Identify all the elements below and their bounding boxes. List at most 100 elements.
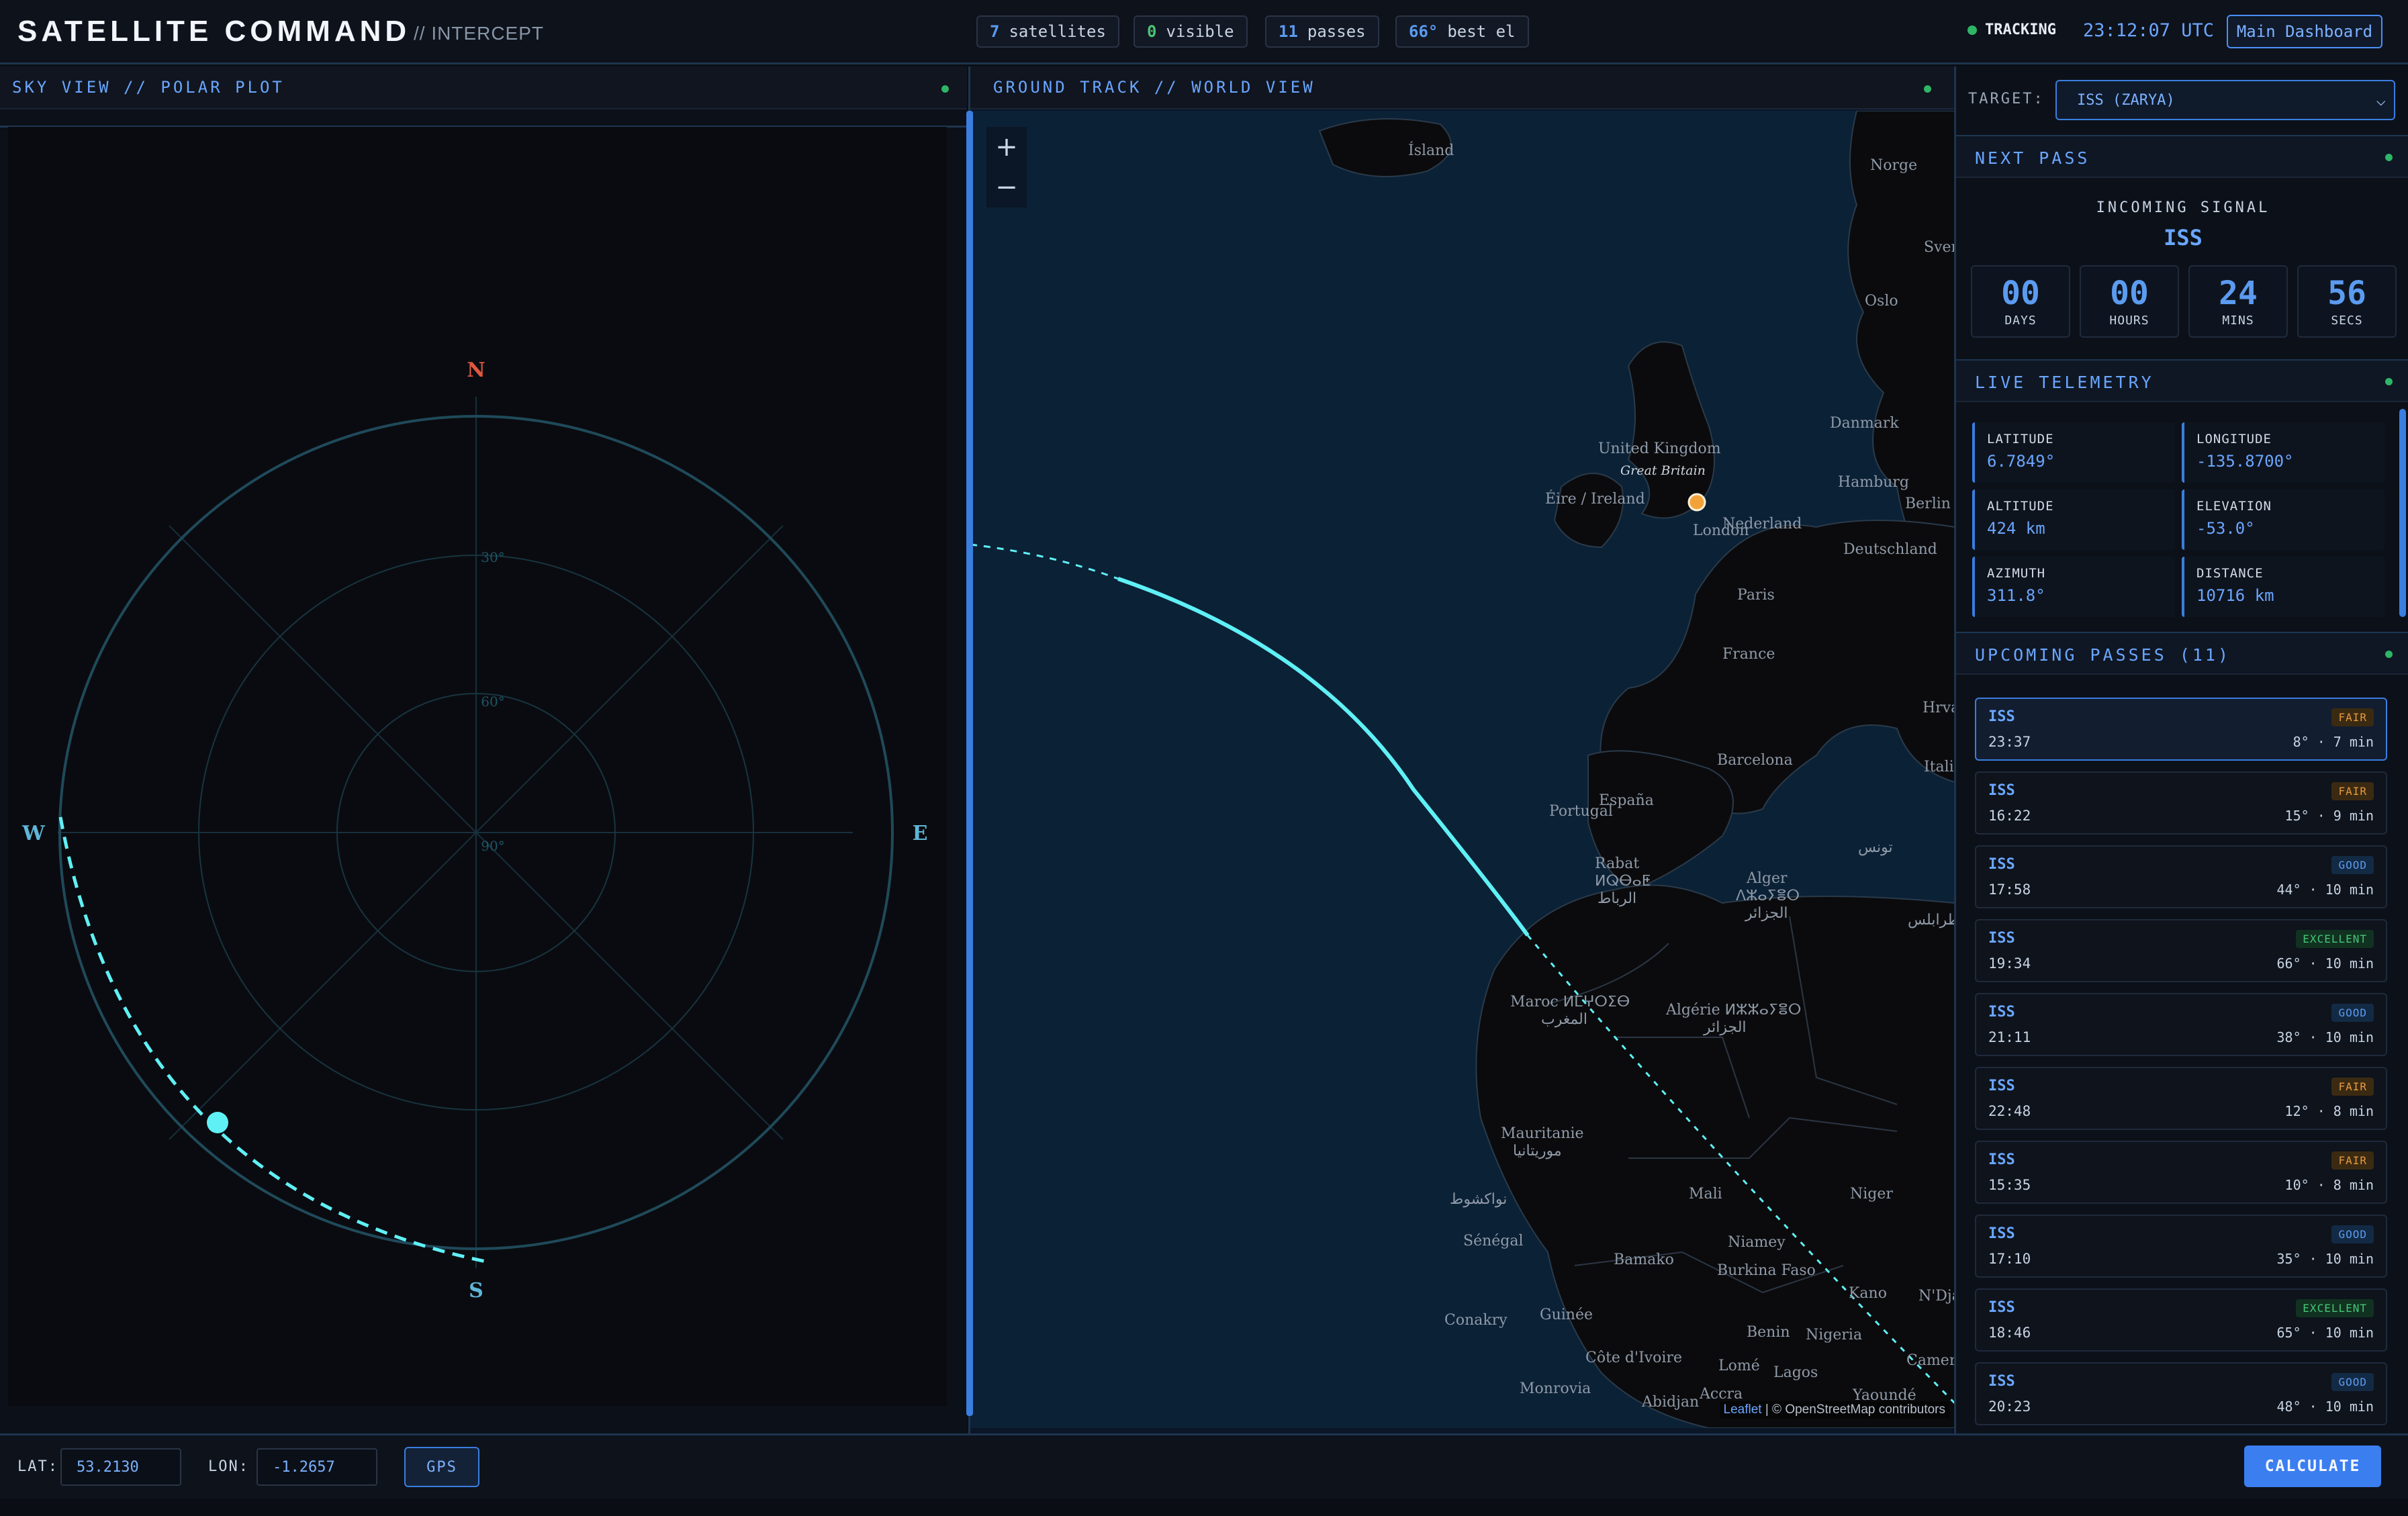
passes-dot-icon xyxy=(2385,651,2393,658)
ring-label-90: 90° xyxy=(481,838,504,854)
telemetry-azimuth: AZIMUTH 311.8° xyxy=(1972,557,2175,617)
label-kano: Kano xyxy=(1849,1285,1887,1302)
label-nouakchott: نواكشوط xyxy=(1450,1191,1507,1208)
telemetry-key: LONGITUDE xyxy=(2196,432,2272,446)
label-alger: Alger xyxy=(1746,870,1788,887)
target-select[interactable]: ISS (ZARYA) ⌵ xyxy=(2055,80,2395,120)
countdown-hours-value: 00 xyxy=(2110,275,2149,312)
pass-time: 16:22 xyxy=(1988,808,2031,824)
incoming-satellite-name: ISS xyxy=(2164,225,2203,250)
pass-name: ISS xyxy=(1988,930,2015,947)
zoom-out-button[interactable]: − xyxy=(986,167,1027,207)
label-portugal: Portugal xyxy=(1549,803,1613,820)
countdown-hours-label: HOURS xyxy=(2109,314,2149,328)
lon-label: LON: xyxy=(208,1458,249,1475)
pass-name: ISS xyxy=(1988,708,2015,725)
zoom-in-button[interactable]: + xyxy=(986,127,1027,167)
label-nigeria: Nigeria xyxy=(1806,1327,1862,1343)
pass-meta: 12° · 8 min xyxy=(2284,1103,2374,1119)
stat-best-elevation: 66° best el xyxy=(1395,15,1529,48)
pass-meta: 44° · 10 min xyxy=(2276,882,2374,898)
stat-best-el-value: 66° xyxy=(1409,22,1438,41)
pass-item[interactable]: ISS FAIR 22:48 12° · 8 min xyxy=(1975,1067,2387,1130)
pass-meta: 38° · 10 min xyxy=(2276,1029,2374,1045)
telemetry-value: 10716 km xyxy=(2196,586,2274,605)
longitude-input[interactable]: -1.2657 xyxy=(257,1448,377,1486)
pass-name: ISS xyxy=(1988,1078,2015,1094)
pass-quality-badge: FAIR xyxy=(2331,1151,2374,1170)
pass-item[interactable]: ISS FAIR 23:37 8° · 7 min xyxy=(1975,698,2387,761)
compass-n: N xyxy=(467,359,485,382)
pass-item[interactable]: ISS EXCELLENT 19:34 66° · 10 min xyxy=(1975,919,2387,982)
polar-plot[interactable]: 30° 60° 90° N S E W xyxy=(8,127,947,1406)
main-dashboard-button[interactable]: Main Dashboard xyxy=(2227,15,2382,48)
pass-item[interactable]: ISS GOOD 17:10 35° · 10 min xyxy=(1975,1215,2387,1278)
footer-strip xyxy=(0,1499,2408,1516)
next-pass-dot-icon xyxy=(2385,154,2393,161)
pass-item[interactable]: ISS GOOD 20:23 48° · 10 min xyxy=(1975,1362,2387,1425)
passes-header: UPCOMING PASSES (11) xyxy=(1956,632,2408,675)
land-ireland xyxy=(1553,473,1624,549)
pass-item[interactable]: ISS FAIR 15:35 10° · 8 min xyxy=(1975,1141,2387,1204)
stat-passes-value: 11 xyxy=(1279,22,1298,41)
telemetry-value: 424 km xyxy=(1987,519,2045,538)
pass-meta: 65° · 10 min xyxy=(2276,1325,2374,1341)
label-deutschland: Deutschland xyxy=(1843,541,1937,558)
satellite-position-marker[interactable] xyxy=(207,1112,228,1133)
label-abidjan: Abidjan xyxy=(1641,1394,1699,1411)
app-title: SATELLITE COMMAND xyxy=(17,15,411,48)
label-rabat: Rabat xyxy=(1595,855,1639,872)
telemetry-value: -135.8700° xyxy=(2196,452,2294,471)
pass-name: ISS xyxy=(1988,856,2015,873)
telemetry-elevation: ELEVATION -53.0° xyxy=(2182,489,2384,550)
stat-best-el-label: best el xyxy=(1447,22,1516,41)
pass-meta: 66° · 10 min xyxy=(2276,955,2374,972)
target-value: ISS (ZARYA) xyxy=(2077,91,2175,109)
sky-view-panel: SKY VIEW // POLAR PLOT 30° 60° 90° N S E… xyxy=(0,66,967,1433)
label-hrvatska: Hrvatska xyxy=(1923,700,1955,716)
observer-location-marker[interactable] xyxy=(1687,493,1706,512)
pass-item[interactable]: ISS EXCELLENT 18:46 65° · 10 min xyxy=(1975,1288,2387,1352)
pass-item[interactable]: ISS FAIR 16:22 15° · 9 min xyxy=(1975,771,2387,835)
telemetry-scrollbar[interactable] xyxy=(2399,409,2406,617)
map-attribution: Leaflet | © OpenStreetMap contributors xyxy=(1719,1401,1949,1419)
countdown-days: 00 DAYS xyxy=(1971,265,2070,338)
telemetry-key: DISTANCE xyxy=(2196,566,2264,581)
ground-track-header: GROUND TRACK // WORLD VIEW xyxy=(970,66,1955,109)
label-senegal: Sénégal xyxy=(1463,1233,1524,1249)
label-island: Ísland xyxy=(1408,141,1454,159)
ground-track-current xyxy=(1117,577,1530,937)
label-monrovia: Monrovia xyxy=(1520,1380,1591,1397)
label-berlin: Berlin xyxy=(1905,495,1951,512)
pass-quality-badge: GOOD xyxy=(2331,1004,2374,1022)
leaflet-link[interactable]: Leaflet xyxy=(1724,1403,1762,1417)
label-lome: Lomé xyxy=(1718,1358,1760,1374)
label-cote-divoire: Côte d'Ivoire xyxy=(1585,1349,1682,1366)
panel-resize-handle[interactable] xyxy=(966,111,973,1416)
ring-label-30: 30° xyxy=(481,549,504,565)
pass-item[interactable]: ISS GOOD 21:11 38° · 10 min xyxy=(1975,993,2387,1056)
pass-meta: 10° · 8 min xyxy=(2284,1177,2374,1193)
countdown-secs-label: SECS xyxy=(2331,314,2363,328)
pass-quality-badge: EXCELLENT xyxy=(2296,1299,2374,1317)
label-italia: Italia xyxy=(1924,759,1955,775)
pass-meta: 35° · 10 min xyxy=(2276,1251,2374,1267)
stat-passes: 11 passes xyxy=(1265,15,1379,48)
label-guinee: Guinée xyxy=(1540,1307,1593,1323)
calculate-button[interactable]: CALCULATE xyxy=(2244,1446,2381,1487)
pass-time: 19:34 xyxy=(1988,955,2031,972)
label-benin: Benin xyxy=(1747,1324,1790,1341)
pass-item[interactable]: ISS GOOD 17:58 44° · 10 min xyxy=(1975,845,2387,908)
gps-button[interactable]: GPS xyxy=(404,1447,479,1487)
sky-view-header: SKY VIEW // POLAR PLOT xyxy=(0,66,967,109)
label-oslo: Oslo xyxy=(1865,293,1898,310)
latitude-input[interactable]: 53.2130 xyxy=(60,1448,181,1486)
pass-quality-badge: FAIR xyxy=(2331,782,2374,800)
world-map[interactable]: Ísland Norge Sverige Oslo United Kingdom… xyxy=(970,111,1955,1428)
label-mali: Mali xyxy=(1689,1186,1722,1202)
stat-visible-label: visible xyxy=(1166,22,1234,41)
label-rabat-arabic: الرباط xyxy=(1597,890,1636,907)
compass-w: W xyxy=(21,822,46,845)
ground-track-title: GROUND TRACK // WORLD VIEW xyxy=(993,78,1315,97)
label-niamey: Niamey xyxy=(1728,1234,1786,1251)
